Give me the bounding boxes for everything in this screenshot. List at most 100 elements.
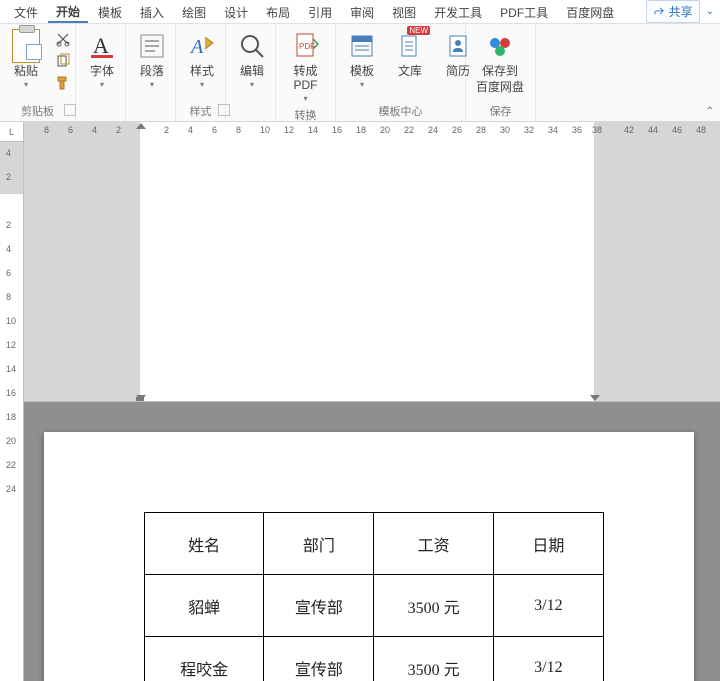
share-button[interactable]: 共享 — [646, 0, 700, 23]
tab-design[interactable]: 设计 — [216, 1, 256, 22]
collapse-ribbon-icon[interactable]: ⌃ — [706, 106, 714, 117]
hruler-tick: 22 — [404, 125, 414, 135]
resume-label: 简历 — [446, 64, 470, 78]
ribbon-group-convert: PDF 转成PDF ▾ 转换 — [276, 24, 336, 121]
hruler-tick: 18 — [356, 125, 366, 135]
share-label: 共享 — [669, 3, 693, 20]
tab-pdf-tools[interactable]: PDF工具 — [492, 1, 556, 22]
vruler-tick: 12 — [6, 340, 16, 350]
hruler-tick: 6 — [68, 125, 73, 135]
ribbon-group-paragraph: 段落 ▾ — [126, 24, 176, 121]
paragraph-button[interactable]: 段落 ▾ — [132, 28, 172, 91]
save-group-title: 保存 — [472, 101, 529, 119]
hruler-tick: 4 — [188, 125, 193, 135]
document-canvas[interactable]: 姓名 部门 工资 日期 貂蝉 宣传部 3500 元 3/12 程咬金 宣传部 — [24, 402, 720, 681]
tab-layout[interactable]: 布局 — [258, 1, 298, 22]
styles-button[interactable]: A 样式 ▾ — [182, 28, 222, 91]
first-line-indent-marker[interactable] — [136, 123, 146, 129]
vruler-tick: 10 — [6, 316, 16, 326]
document-area: L 4 2 2 4 6 8 10 12 14 16 18 20 22 24 8 … — [0, 122, 720, 681]
paste-button[interactable]: 粘贴 ▾ — [6, 28, 46, 91]
tab-baidu-pan[interactable]: 百度网盘 — [558, 1, 622, 22]
styles-group-title: 样式 — [182, 101, 219, 119]
tab-developer[interactable]: 开发工具 — [426, 1, 490, 22]
convert-pdf-button[interactable]: PDF 转成PDF ▾ — [282, 28, 329, 105]
header-salary[interactable]: 工资 — [374, 513, 493, 575]
cell-name[interactable]: 程咬金 — [145, 637, 264, 681]
cell-date[interactable]: 3/12 — [493, 637, 603, 681]
tab-template[interactable]: 模板 — [90, 1, 130, 22]
cell-salary[interactable]: 3500 元 — [374, 575, 493, 637]
header-dept[interactable]: 部门 — [264, 513, 374, 575]
vruler-tick: 2 — [6, 220, 11, 230]
paragraph-label: 段落 — [140, 64, 164, 78]
ribbon-group-clipboard: 粘贴 ▾ 剪贴板 — [0, 24, 76, 121]
document-page[interactable]: 姓名 部门 工资 日期 貂蝉 宣传部 3500 元 3/12 程咬金 宣传部 — [44, 432, 694, 681]
table-row[interactable]: 貂蝉 宣传部 3500 元 3/12 — [145, 575, 604, 637]
vruler-tick: 24 — [6, 484, 16, 494]
header-date[interactable]: 日期 — [493, 513, 603, 575]
vruler-tick: 14 — [6, 364, 16, 374]
cut-button[interactable] — [54, 30, 72, 48]
tab-references[interactable]: 引用 — [300, 1, 340, 22]
convert-pdf-caret-icon: ▾ — [303, 94, 307, 103]
vertical-ruler[interactable]: 4 2 2 4 6 8 10 12 14 16 18 20 22 24 — [0, 142, 24, 681]
table-row[interactable]: 程咬金 宣传部 3500 元 3/12 — [145, 637, 604, 681]
cell-salary[interactable]: 3500 元 — [374, 637, 493, 681]
tab-view[interactable]: 视图 — [384, 1, 424, 22]
template-button[interactable]: 模板 ▾ — [342, 28, 382, 91]
hruler-tick: 12 — [284, 125, 294, 135]
resume-button[interactable]: 简历 — [438, 28, 478, 80]
ruler-corner[interactable]: L — [0, 122, 24, 142]
svg-text:A: A — [93, 33, 109, 58]
payroll-table[interactable]: 姓名 部门 工资 日期 貂蝉 宣传部 3500 元 3/12 程咬金 宣传部 — [144, 512, 604, 681]
clipboard-group-title: 剪贴板 — [6, 101, 69, 119]
paste-icon — [12, 29, 40, 63]
vruler-tick: 18 — [6, 412, 16, 422]
library-icon: NEW — [394, 30, 426, 62]
tab-insert[interactable]: 插入 — [132, 1, 172, 22]
styles-label: 样式 — [190, 64, 214, 78]
font-caret-icon: ▾ — [100, 80, 104, 89]
cell-date[interactable]: 3/12 — [493, 575, 603, 637]
tab-file[interactable]: 文件 — [6, 1, 46, 22]
hruler-tick: 14 — [308, 125, 318, 135]
edit-button[interactable]: 编辑 ▾ — [232, 28, 272, 91]
hruler-tick: 46 — [672, 125, 682, 135]
tab-home[interactable]: 开始 — [48, 0, 88, 23]
table-header-row[interactable]: 姓名 部门 工资 日期 — [145, 513, 604, 575]
clipboard-dialog-launcher[interactable] — [64, 104, 76, 116]
ribbon-group-styles: A 样式 ▾ 样式 — [176, 24, 226, 121]
tab-draw[interactable]: 绘图 — [174, 1, 214, 22]
header-name[interactable]: 姓名 — [145, 513, 264, 575]
library-button[interactable]: NEW 文库 — [390, 28, 430, 80]
edit-caret-icon: ▾ — [250, 80, 254, 89]
cell-dept[interactable]: 宣传部 — [264, 637, 374, 681]
copy-button[interactable] — [54, 52, 72, 70]
save-to-cloud-button[interactable]: 保存到 百度网盘 — [472, 28, 528, 96]
paragraph-icon — [136, 30, 168, 62]
format-painter-button[interactable] — [54, 74, 72, 92]
hruler-tick: 38 — [592, 125, 602, 135]
styles-dialog-launcher[interactable] — [218, 104, 230, 116]
font-button[interactable]: A 字体 ▾ — [82, 28, 122, 91]
left-indent-marker[interactable] — [136, 397, 144, 401]
share-dropdown-caret[interactable]: ⌄ — [706, 6, 714, 17]
tab-review[interactable]: 审阅 — [342, 1, 382, 22]
template-center-group-title: 模板中心 — [342, 101, 459, 119]
paste-label: 粘贴 — [14, 64, 38, 78]
cell-dept[interactable]: 宣传部 — [264, 575, 374, 637]
ribbon-group-font: A 字体 ▾ — [76, 24, 126, 121]
cell-name[interactable]: 貂蝉 — [145, 575, 264, 637]
horizontal-ruler[interactable]: 8 6 4 2 2 4 6 8 10 12 14 16 18 20 22 24 … — [24, 122, 720, 402]
hruler-tick: 30 — [500, 125, 510, 135]
menu-bar: 文件 开始 模板 插入 绘图 设计 布局 引用 审阅 视图 开发工具 PDF工具… — [0, 0, 720, 24]
svg-text:PDF: PDF — [299, 42, 315, 51]
vruler-tick: 6 — [6, 268, 11, 278]
new-badge: NEW — [407, 26, 430, 35]
vruler-tick: 22 — [6, 460, 16, 470]
right-indent-marker[interactable] — [590, 395, 600, 401]
hruler-tick: 42 — [624, 125, 634, 135]
hruler-tick: 26 — [452, 125, 462, 135]
hruler-tick: 8 — [44, 125, 49, 135]
